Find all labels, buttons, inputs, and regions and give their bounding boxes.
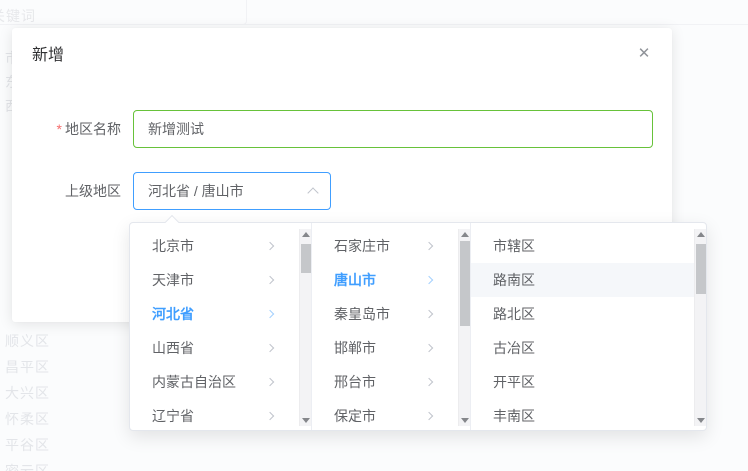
- cascader-option-label: 丰南区: [493, 408, 535, 424]
- scrollbar-districts: [694, 229, 706, 426]
- chevron-up-icon: [307, 187, 318, 198]
- scrollbar-up-arrow[interactable]: [300, 229, 312, 241]
- region-name-input[interactable]: [133, 110, 653, 148]
- cascader-option-label: 市辖区: [493, 238, 535, 254]
- close-icon[interactable]: ✕: [634, 44, 654, 64]
- cascader-option[interactable]: 开平区: [471, 365, 706, 399]
- region-name-label-text: 地区名称: [65, 121, 121, 137]
- cascader-option[interactable]: 路北区: [471, 297, 706, 331]
- form-item-region-name: *地区名称: [12, 110, 672, 148]
- background-region-item: 平谷区: [5, 435, 50, 455]
- scrollbar-down-arrow[interactable]: [300, 414, 312, 426]
- cascader-option[interactable]: 秦皇岛市: [312, 297, 470, 331]
- chevron-right-icon: [266, 412, 274, 420]
- scrollbar-thumb[interactable]: [696, 244, 706, 294]
- cascader-option[interactable]: 邢台市: [312, 365, 470, 399]
- cascader-option-label: 路北区: [493, 306, 535, 322]
- scrollbar-down-arrow[interactable]: [695, 414, 706, 426]
- cascader-option[interactable]: 保定市: [312, 399, 470, 430]
- chevron-right-icon: [425, 412, 433, 420]
- chevron-right-icon: [425, 344, 433, 352]
- cascader-option-label: 开平区: [493, 374, 535, 390]
- background-region-item: 大兴区: [5, 383, 50, 403]
- cascader-option[interactable]: 山西省: [130, 331, 311, 365]
- parent-region-label-text: 上级地区: [65, 183, 121, 199]
- scrollbar-cities: [458, 229, 470, 426]
- cascader-option-label: 内蒙古自治区: [152, 374, 236, 390]
- scrollbar-thumb[interactable]: [301, 244, 311, 273]
- cascader-option-label: 山西省: [152, 340, 194, 356]
- form-item-parent-region: 上级地区 河北省 / 唐山市: [12, 172, 672, 210]
- cascader-option[interactable]: 内蒙古自治区: [130, 365, 311, 399]
- cascader-option-label: 路南区: [493, 272, 535, 288]
- cascader-option[interactable]: 邯郸市: [312, 331, 470, 365]
- chevron-right-icon: [266, 242, 274, 250]
- scrollbar-down-arrow[interactable]: [459, 414, 471, 426]
- background-keyword-input: [0, 0, 247, 25]
- cascader-menus: 北京市天津市河北省山西省内蒙古自治区辽宁省 石家庄市唐山市秦皇岛市邯郸市邢台市保…: [130, 223, 706, 430]
- chevron-right-icon: [425, 242, 433, 250]
- cascader-option-label: 保定市: [334, 408, 376, 424]
- background-region-item: 怀柔区: [5, 409, 50, 429]
- chevron-right-icon: [425, 378, 433, 386]
- cascader-option[interactable]: 天津市: [130, 263, 311, 297]
- cascader-value: 河北省 / 唐山市: [148, 183, 244, 199]
- chevron-right-icon: [266, 344, 274, 352]
- cascader-option[interactable]: 市辖区: [471, 229, 706, 263]
- cascader-option-label: 河北省: [152, 306, 194, 322]
- region-name-label: *地区名称: [12, 110, 133, 148]
- cascader-option[interactable]: 北京市: [130, 229, 311, 263]
- scrollbar-up-arrow[interactable]: [695, 229, 706, 241]
- background-region-item: 昌平区: [5, 357, 50, 377]
- chevron-right-icon: [425, 276, 433, 284]
- parent-region-cascader-input[interactable]: 河北省 / 唐山市: [133, 172, 331, 210]
- cascader-option-label: 邯郸市: [334, 340, 376, 356]
- scrollbar-up-arrow[interactable]: [459, 229, 471, 241]
- cascader-option[interactable]: 丰南区: [471, 399, 706, 430]
- cascader-option-label: 天津市: [152, 272, 194, 288]
- chevron-right-icon: [266, 276, 274, 284]
- background-keyword-placeholder: 关键词: [0, 6, 36, 26]
- dialog-title: 新增: [32, 44, 64, 68]
- cascader-menu-cities: 石家庄市唐山市秦皇岛市邯郸市邢台市保定市: [312, 223, 471, 430]
- cascader-option-label: 北京市: [152, 238, 194, 254]
- cascader-option[interactable]: 辽宁省: [130, 399, 311, 430]
- background-region-item: 顺义区: [5, 331, 50, 351]
- cascader-option-label: 辽宁省: [152, 408, 194, 424]
- background-region-item: 密云区: [5, 461, 50, 471]
- cascader-option-label: 古冶区: [493, 340, 535, 356]
- scrollbar-provinces: [299, 229, 311, 426]
- cascader-option[interactable]: 古冶区: [471, 331, 706, 365]
- chevron-right-icon: [425, 310, 433, 318]
- cascader-option-label: 石家庄市: [334, 238, 390, 254]
- required-asterisk: *: [57, 121, 62, 137]
- cascader-option[interactable]: 石家庄市: [312, 229, 470, 263]
- cascader-option-label: 邢台市: [334, 374, 376, 390]
- parent-region-label: 上级地区: [12, 172, 133, 210]
- cascader-option-label: 秦皇岛市: [334, 306, 390, 322]
- cascader-dropdown: 北京市天津市河北省山西省内蒙古自治区辽宁省 石家庄市唐山市秦皇岛市邯郸市邢台市保…: [129, 222, 707, 431]
- cascader-option-label: 唐山市: [334, 272, 376, 288]
- cascader-option[interactable]: 河北省: [130, 297, 311, 331]
- cascader-menu-provinces: 北京市天津市河北省山西省内蒙古自治区辽宁省: [130, 223, 312, 430]
- cascader-option[interactable]: 唐山市: [312, 263, 470, 297]
- scrollbar-thumb[interactable]: [460, 241, 470, 326]
- cascader-option[interactable]: 路南区: [471, 263, 706, 297]
- chevron-right-icon: [266, 378, 274, 386]
- chevron-right-icon: [266, 310, 274, 318]
- cascader-menu-districts: 市辖区路南区路北区古冶区开平区丰南区: [471, 223, 706, 430]
